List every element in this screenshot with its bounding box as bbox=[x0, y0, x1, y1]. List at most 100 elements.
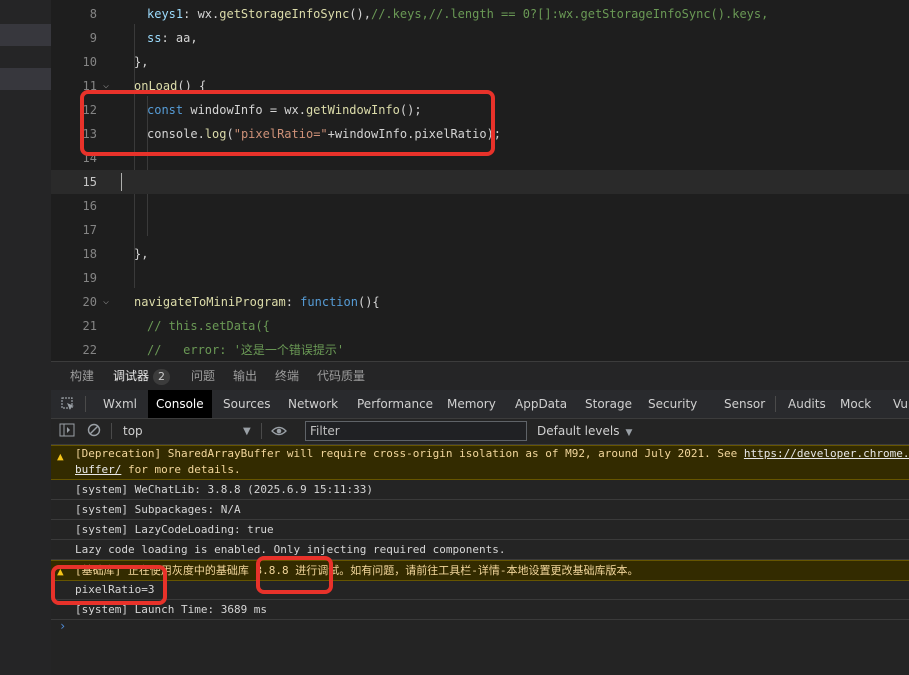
devtools-tab[interactable]: AppData bbox=[515, 390, 567, 418]
console-message: [system] Launch Time: 3689 ms bbox=[51, 600, 909, 620]
devtools-tab[interactable]: Network bbox=[288, 390, 338, 418]
devtools-tabs: Wxml Console Sources Network Performance Memo… bbox=[51, 390, 909, 419]
console-message: [system] Subpackages: N/A bbox=[51, 500, 909, 520]
panel-tab[interactable]: 构建 bbox=[70, 362, 94, 391]
devtools-tab[interactable]: Storage bbox=[585, 390, 632, 418]
highlight-box-version bbox=[256, 556, 333, 594]
panel-tab[interactable]: 代码质量 bbox=[317, 362, 365, 391]
chevron-down-icon: ▼ bbox=[625, 428, 633, 438]
code-line[interactable]: 9 ss: aa, bbox=[51, 26, 909, 50]
console-message-text: [system] Subpackages: N/A bbox=[75, 503, 241, 516]
context-select-value: top bbox=[123, 424, 143, 438]
devtools-tab[interactable]: Security bbox=[648, 390, 697, 418]
panel-tab[interactable]: 输出 bbox=[233, 362, 257, 391]
activity-sidebar bbox=[0, 0, 51, 675]
fold-chevron-icon[interactable]: ⌵ bbox=[103, 290, 109, 314]
context-dropdown-icon[interactable]: ▼ bbox=[243, 419, 251, 444]
code-text: ss: aa, bbox=[147, 26, 198, 50]
bottom-panel-tabs: 构建 调试器 2 问题 输出 终端 代码质量 bbox=[51, 361, 909, 391]
line-number: 20 bbox=[82, 295, 97, 309]
devtools-tab[interactable]: Performance bbox=[357, 390, 433, 418]
panel-tab-label: 终端 bbox=[275, 369, 300, 383]
code-token: getStorageInfoSync bbox=[219, 7, 350, 21]
message-segment: for more details. bbox=[121, 463, 241, 476]
console-warning: ▲ [基础库] 正在使用灰度中的基础库 3.8.8 进行调试。如有问题，请前往工具… bbox=[51, 560, 909, 581]
toolbar-divider bbox=[111, 423, 112, 439]
sidebar-toggle-icon[interactable] bbox=[59, 423, 75, 440]
line-number: 15 bbox=[82, 175, 97, 189]
devtools-tab[interactable]: Sources bbox=[223, 390, 270, 418]
code-line[interactable]: 18}, bbox=[51, 242, 909, 266]
line-number: 21 bbox=[82, 319, 97, 333]
panel-tab-label: 输出 bbox=[233, 369, 258, 383]
count-badge: 2 bbox=[153, 369, 171, 385]
panel-tab[interactable]: 调试器 2 bbox=[113, 362, 171, 391]
panel-tab[interactable]: 终端 bbox=[275, 362, 299, 391]
code-line[interactable]: 8 keys1: wx.getStorageInfoSync(),//.keys,… bbox=[51, 2, 909, 26]
code-token: : bbox=[285, 295, 301, 309]
code-line[interactable]: 19 bbox=[51, 266, 909, 290]
inspect-element-icon[interactable] bbox=[61, 390, 75, 418]
devtools-tab[interactable]: Mock bbox=[840, 390, 871, 418]
console-prompt[interactable]: › bbox=[59, 619, 66, 633]
console-output[interactable]: ▲ [Deprecation] SharedArrayBuffer will re… bbox=[51, 445, 909, 675]
console-message: [system] WeChatLib: 3.8.8 (2025.6.9 15:1… bbox=[51, 480, 909, 500]
devtools-tab[interactable]: Sensor bbox=[724, 390, 765, 418]
clear-console-icon[interactable] bbox=[87, 423, 101, 440]
console-warning: ▲ [Deprecation] SharedArrayBuffer will re… bbox=[51, 445, 909, 480]
line-number: 9 bbox=[89, 31, 97, 45]
code-editor[interactable]: 8 keys1: wx.getStorageInfoSync(),//.keys,… bbox=[51, 0, 909, 361]
console-message: pixelRatio=3 bbox=[51, 580, 909, 600]
code-token: keys1 bbox=[147, 7, 184, 21]
panel-tab[interactable]: 问题 bbox=[191, 362, 215, 391]
panel-tab-label: 调试器 bbox=[113, 369, 150, 383]
context-select[interactable]: top bbox=[123, 419, 143, 444]
code-line[interactable]: 10}, bbox=[51, 50, 909, 74]
current-code-line[interactable]: 15 bbox=[51, 170, 909, 194]
devtools-tab[interactable]: Vul bbox=[893, 390, 909, 418]
message-link[interactable]: https://developer.chrome.c bbox=[744, 447, 909, 460]
filter-input[interactable] bbox=[305, 421, 527, 441]
console-message-text: [system] WeChatLib: 3.8.8 (2025.6.9 15:1… bbox=[75, 483, 374, 496]
console-message-text: buffer/ for more details. bbox=[75, 462, 241, 478]
console-message-text: [Deprecation] SharedArrayBuffer will req… bbox=[75, 446, 909, 462]
code-text: navigateToMiniProgram: function(){ bbox=[134, 290, 380, 314]
code-token: : wx. bbox=[183, 7, 220, 21]
code-token: //.keys,//.length == 0?[]:wx.getStorageI… bbox=[370, 7, 769, 21]
code-line[interactable]: 16 bbox=[51, 194, 909, 218]
line-number: 8 bbox=[89, 7, 97, 21]
code-line[interactable]: 21 // this.setData({ bbox=[51, 314, 909, 338]
toolbar-divider bbox=[85, 396, 86, 412]
code-text: keys1: wx.getStorageInfoSync(),//.keys,/… bbox=[147, 2, 768, 26]
code-token: }, bbox=[134, 247, 149, 261]
panel-tab-label: 代码质量 bbox=[317, 369, 366, 383]
devtools-tab[interactable]: Memory bbox=[447, 390, 496, 418]
sidebar-item[interactable] bbox=[0, 68, 51, 90]
highlight-box-code bbox=[80, 90, 495, 156]
highlight-box-output bbox=[51, 565, 167, 605]
toolbar-divider bbox=[775, 396, 776, 412]
log-levels-select[interactable]: Default levels ▼ bbox=[537, 419, 632, 446]
eye-icon[interactable] bbox=[271, 424, 287, 441]
sidebar-selected-item[interactable] bbox=[0, 24, 51, 46]
code-line[interactable]: 17 bbox=[51, 218, 909, 242]
devtools-tab[interactable]: Audits bbox=[788, 390, 826, 418]
panel-tab-label: 构建 bbox=[70, 369, 95, 383]
line-number: 22 bbox=[82, 343, 97, 357]
log-levels-label: Default levels bbox=[537, 424, 620, 438]
panel-tab-label: 问题 bbox=[191, 369, 216, 383]
code-token: : aa, bbox=[161, 31, 198, 45]
line-number: 18 bbox=[82, 247, 97, 261]
message-link[interactable]: buffer/ bbox=[75, 463, 121, 476]
devtools-tab[interactable]: Wxml bbox=[103, 390, 137, 418]
code-line[interactable]: 22 // error: '这是一个错误提示' bbox=[51, 338, 909, 361]
code-line[interactable]: 20 ⌵ navigateToMiniProgram: function(){ bbox=[51, 290, 909, 314]
line-number: 19 bbox=[82, 271, 97, 285]
devtools-tab[interactable]: Console bbox=[148, 390, 212, 418]
code-token: // error: '这是一个错误提示' bbox=[147, 343, 345, 357]
text-cursor bbox=[121, 173, 122, 191]
console-message-text: [system] LazyCodeLoading: true bbox=[75, 523, 274, 536]
code-text: }, bbox=[134, 50, 148, 74]
line-number: 17 bbox=[82, 223, 97, 237]
line-number: 10 bbox=[82, 55, 97, 69]
